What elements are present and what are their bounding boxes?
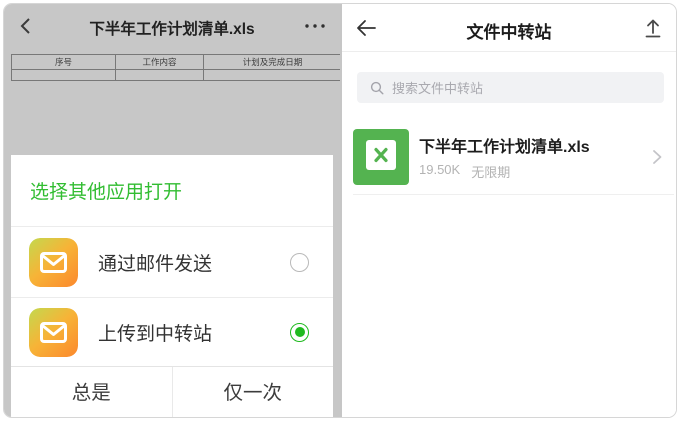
mail-app-icon	[29, 308, 78, 357]
excel-file-icon	[353, 129, 409, 185]
mail-app-icon	[29, 238, 78, 287]
dialog-title: 选择其他应用打开	[11, 155, 333, 226]
open-with-dialog: 选择其他应用打开 通过邮件发送	[11, 155, 333, 417]
page-title: 文件中转站	[392, 18, 626, 43]
option-label: 通过邮件发送	[98, 249, 212, 276]
option-upload-to-transfer[interactable]: 上传到中转站	[11, 297, 333, 366]
file-size: 19.50K	[419, 162, 460, 181]
file-list-item[interactable]: 下半年工作计划清单.xls 19.50K 无限期	[342, 119, 676, 195]
upload-icon[interactable]	[643, 17, 663, 39]
radio-unselected[interactable]	[290, 253, 309, 272]
panel-divider	[340, 4, 342, 417]
spreadsheet-viewer-panel: 下半年工作计划清单.xls 序号 工作内容 计划及完成日期 选择其他应用打开	[4, 4, 340, 417]
transfer-header: 文件中转站	[342, 4, 676, 52]
file-name: 下半年工作计划清单.xls	[419, 133, 590, 157]
option-send-by-email[interactable]: 通过邮件发送	[11, 226, 333, 297]
back-arrow-icon[interactable]	[355, 18, 377, 38]
option-label: 上传到中转站	[98, 319, 212, 346]
search-icon	[370, 81, 384, 95]
file-info: 下半年工作计划清单.xls 19.50K 无限期	[419, 133, 590, 181]
screenshot-frame: 下半年工作计划清单.xls 序号 工作内容 计划及完成日期 选择其他应用打开	[3, 3, 677, 418]
search-placeholder: 搜索文件中转站	[392, 78, 483, 97]
radio-selected[interactable]	[290, 323, 309, 342]
file-meta: 19.50K 无限期	[419, 162, 590, 181]
excel-x-glyph	[371, 145, 391, 165]
dialog-footer: 总是 仅一次	[11, 366, 333, 418]
chevron-right-icon	[650, 147, 664, 167]
just-once-button[interactable]: 仅一次	[172, 367, 334, 418]
always-button[interactable]: 总是	[11, 367, 172, 418]
search-input[interactable]: 搜索文件中转站	[357, 72, 664, 103]
file-transfer-station-panel: 文件中转站 搜索文件中转站 下半年工作计划清单.xl	[342, 4, 676, 417]
file-expiry: 无限期	[471, 162, 510, 181]
